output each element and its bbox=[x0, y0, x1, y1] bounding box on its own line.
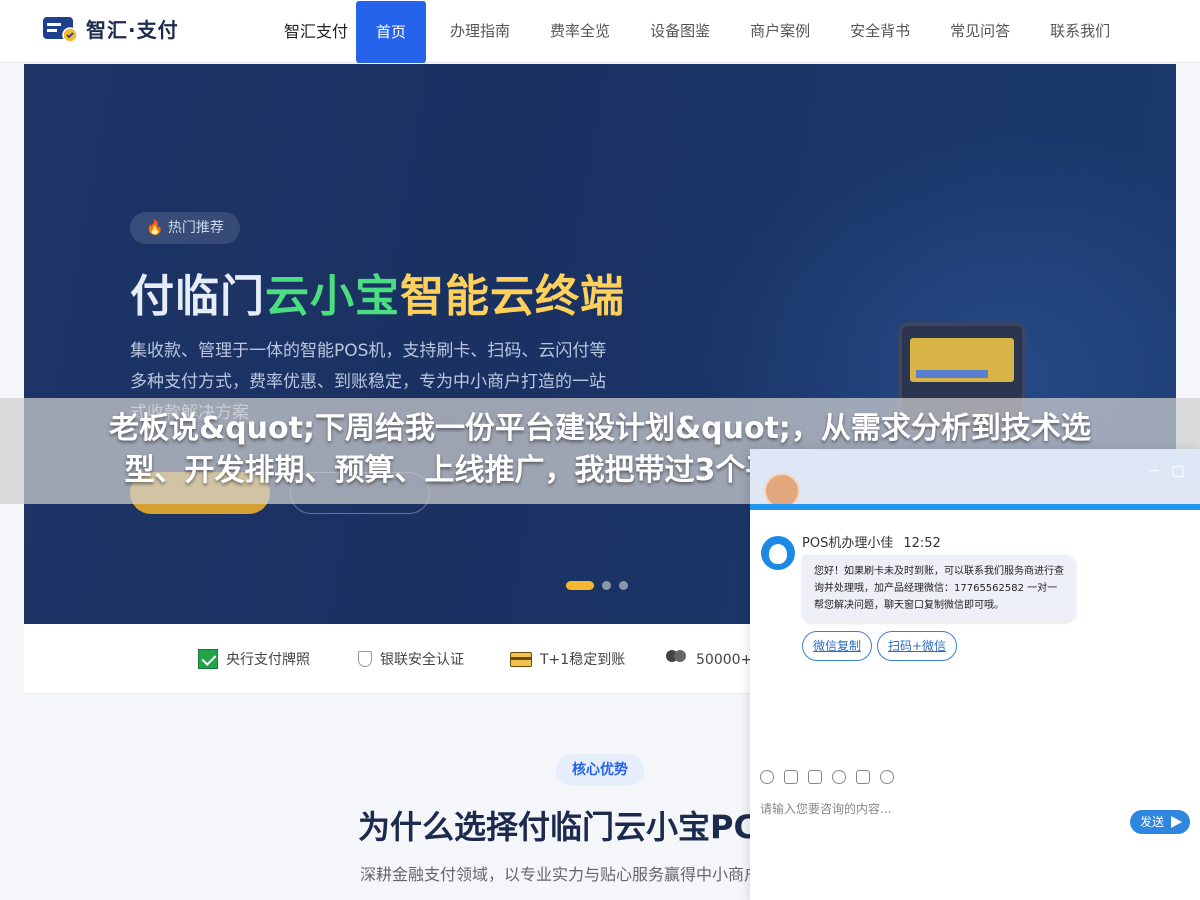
site-logo[interactable]: 智汇·支付 bbox=[42, 14, 179, 43]
hero-title-brand: 付临门 bbox=[130, 271, 265, 322]
message-meta: POS机办理小佳 12:52 bbox=[802, 532, 941, 551]
feature-label: 央行支付牌照 bbox=[226, 652, 310, 668]
emoji-icon[interactable] bbox=[760, 770, 774, 784]
feature-unionpay: 银联安全认证 bbox=[358, 624, 464, 694]
quick-reply-scan-wechat[interactable]: 扫码+微信 bbox=[877, 631, 958, 661]
section-tag: 核心优势 bbox=[556, 754, 644, 786]
sound-icon[interactable] bbox=[856, 770, 870, 784]
carousel-dot-1[interactable] bbox=[566, 581, 594, 590]
carousel-dot-2[interactable] bbox=[602, 581, 611, 590]
message-bubble: 您好！如果刷卡未及时到账，可以联系我们服务商进行查询并处理哦，加产品经理微信：1… bbox=[802, 555, 1076, 622]
rating-icon[interactable] bbox=[832, 770, 846, 784]
feature-label: 银联安全认证 bbox=[380, 652, 464, 668]
nav-item-cases[interactable]: 商户案例 bbox=[730, 0, 830, 63]
feature-license: 央行支付牌照 bbox=[198, 624, 310, 694]
screenshot-icon[interactable] bbox=[808, 770, 822, 784]
nav-item-guide[interactable]: 办理指南 bbox=[430, 0, 530, 63]
send-button-label: 发送 bbox=[1140, 815, 1165, 829]
agent-avatar bbox=[761, 536, 795, 570]
chat-widget: − □ POS机办理小佳 12:52 您好！如果刷卡未及时到账，可以联系我们服务商… bbox=[750, 449, 1200, 900]
shield-icon bbox=[358, 651, 372, 667]
quick-reply-copy-wechat[interactable]: 微信复制 bbox=[802, 631, 873, 661]
feature-label: T+1稳定到账 bbox=[540, 652, 626, 668]
nav-item-home[interactable]: 首页 bbox=[356, 0, 427, 63]
chat-toolbar bbox=[760, 770, 894, 784]
chat-message-input[interactable] bbox=[760, 799, 1120, 819]
nav-item-security[interactable]: 安全背书 bbox=[830, 0, 930, 63]
chat-header: − □ bbox=[750, 449, 1200, 509]
logo-text: 智汇·支付 bbox=[86, 18, 179, 42]
wechat-icon[interactable] bbox=[880, 770, 894, 784]
nav-item-rates[interactable]: 费率全览 bbox=[530, 0, 630, 63]
main-nav: 智汇支付 首页 办理指南 费率全览 设备图鉴 商户案例 安全背书 常见问答 联系… bbox=[270, 0, 1130, 63]
send-button[interactable]: 发送 bbox=[1130, 810, 1190, 834]
carousel-dot-3[interactable] bbox=[619, 581, 628, 590]
minimize-icon[interactable]: − bbox=[1146, 463, 1162, 479]
nav-brand-link[interactable]: 智汇支付 bbox=[270, 0, 352, 63]
users-icon bbox=[664, 650, 688, 668]
message-time: 12:52 bbox=[903, 536, 941, 551]
image-icon[interactable] bbox=[784, 770, 798, 784]
agent-face-icon bbox=[769, 544, 787, 564]
site-header: 智汇·支付 智汇支付 首页 办理指南 费率全览 设备图鉴 商户案例 安全背书 常… bbox=[0, 0, 1200, 63]
nav-item-faq[interactable]: 常见问答 bbox=[930, 0, 1030, 63]
hero-title-suffix: 智能云终端 bbox=[400, 271, 625, 322]
caption-line-1: 老板说&quot;下周给我一份平台建设计划&quot;，从需求分析到技术选 bbox=[109, 411, 1091, 446]
check-icon bbox=[198, 649, 218, 669]
send-arrow-icon bbox=[1171, 816, 1182, 828]
section-title: 为什么选择付临门云小宝PC bbox=[358, 808, 757, 846]
card-icon bbox=[510, 651, 532, 667]
agent-name: POS机办理小佳 bbox=[802, 536, 894, 551]
nav-item-devices[interactable]: 设备图鉴 bbox=[630, 0, 730, 63]
hero-hot-tag: 🔥 热门推荐 bbox=[130, 212, 240, 244]
hero-title: 付临门云小宝智能云终端 bbox=[130, 260, 625, 324]
wallet-logo-icon bbox=[43, 16, 78, 43]
carousel-dots bbox=[566, 581, 628, 590]
feature-settlement: T+1稳定到账 bbox=[510, 624, 625, 694]
section-description: 深耕金融支付领域，以专业实力与贴心服务赢得中小商户 bbox=[360, 865, 761, 884]
hero-title-product: 云小宝 bbox=[265, 271, 400, 322]
pos-screen-bar bbox=[916, 370, 988, 378]
maximize-icon[interactable]: □ bbox=[1170, 463, 1186, 479]
chat-accent-bar bbox=[750, 504, 1200, 510]
nav-item-contact[interactable]: 联系我们 bbox=[1030, 0, 1130, 63]
